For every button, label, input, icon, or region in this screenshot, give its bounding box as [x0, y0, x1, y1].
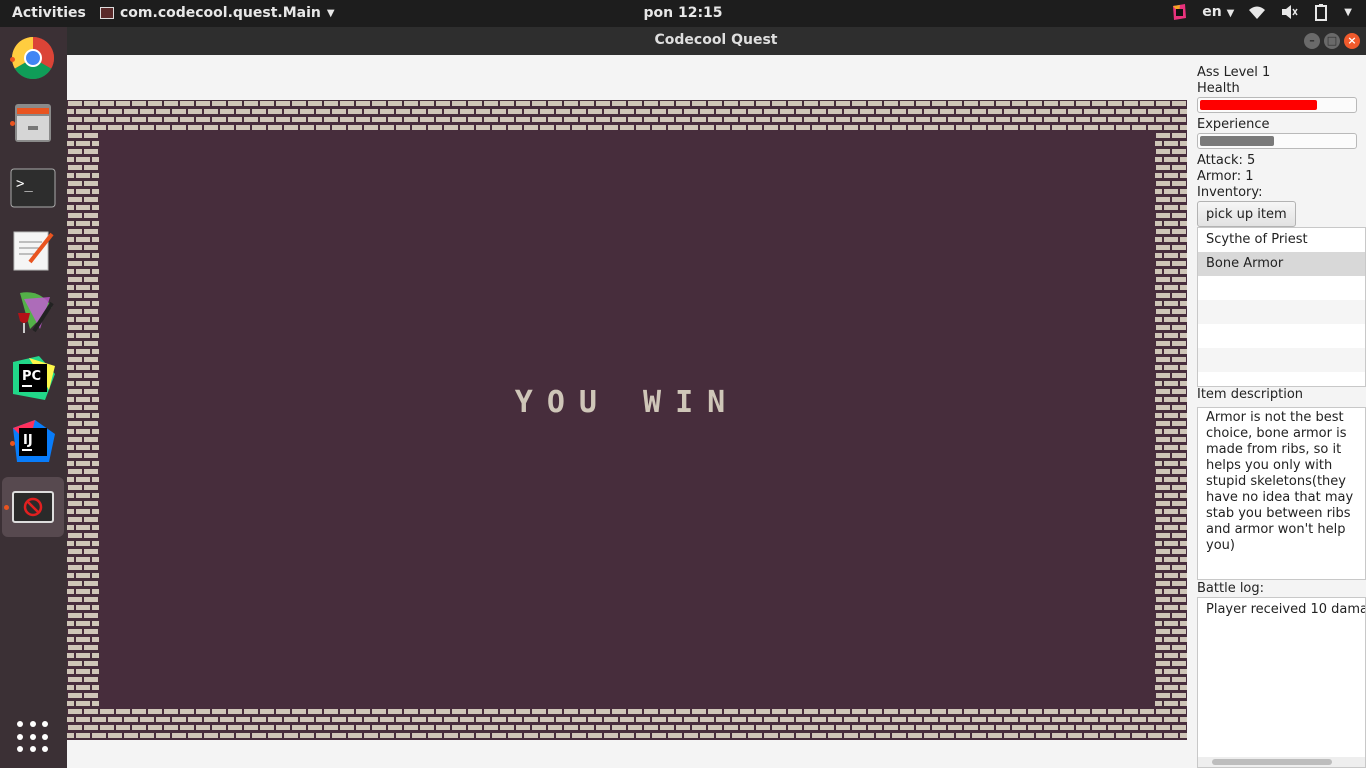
language-selector[interactable]: en ▼ — [1202, 4, 1234, 20]
list-item-empty — [1198, 276, 1365, 300]
list-item-empty — [1198, 348, 1365, 372]
dock-pycharm[interactable]: PC — [8, 353, 58, 403]
running-indicator — [10, 57, 15, 62]
dock-chrome[interactable] — [8, 33, 58, 83]
window-content: YOU WIN Ass Level 1 Health Experience At… — [67, 55, 1366, 768]
armor-stat: Armor: 1 — [1197, 169, 1254, 184]
top-panel: Activities com.codecool.quest.Main ▼ pon… — [0, 0, 1366, 27]
window-controls: – □ × — [1304, 33, 1360, 49]
svg-text:PC: PC — [22, 369, 41, 384]
pycharm-icon: PC — [13, 356, 55, 400]
experience-bar — [1197, 133, 1357, 149]
running-indicator — [10, 121, 15, 126]
stats-sidebar: Ass Level 1 Health Experience Attack: 5 … — [1197, 55, 1366, 768]
terminal-icon: >_ — [10, 168, 56, 208]
game-canvas[interactable] — [67, 100, 1187, 740]
svg-text:IJ: IJ — [23, 433, 33, 448]
inventory-list[interactable]: Scythe of Priest Bone Armor — [1197, 227, 1366, 387]
health-label: Health — [1197, 81, 1240, 96]
java-app-icon — [12, 491, 54, 523]
clock[interactable]: pon 12:15 — [643, 5, 722, 21]
item-description-text[interactable]: Armor is not the best choice, bone armor… — [1197, 407, 1366, 580]
experience-label: Experience — [1197, 117, 1270, 132]
game-floor — [99, 132, 1155, 708]
win-message: YOU WIN — [514, 385, 740, 420]
dock: >_ PC IJ — [0, 27, 67, 768]
horizontal-scrollbar[interactable] — [1198, 757, 1365, 767]
system-tray[interactable]: en ▼ ▼ — [1170, 3, 1352, 21]
pick-up-item-button[interactable]: pick up item — [1197, 201, 1296, 227]
list-item[interactable]: Scythe of Priest — [1198, 228, 1365, 252]
list-item-empty — [1198, 324, 1365, 348]
window-titlebar[interactable]: Codecool Quest – □ × — [67, 27, 1366, 55]
wifi-icon[interactable] — [1248, 3, 1266, 21]
experience-bar-fill — [1200, 136, 1274, 146]
minimize-button[interactable]: – — [1304, 33, 1320, 49]
running-indicator — [10, 441, 15, 446]
battle-log-label: Battle log: — [1197, 581, 1265, 596]
chevron-down-icon: ▼ — [1226, 8, 1235, 19]
battle-log-area[interactable]: Player received 10 dama — [1197, 597, 1366, 768]
dock-java-app[interactable] — [2, 477, 64, 537]
svg-text:>_: >_ — [16, 176, 33, 192]
level-label: Ass Level 1 — [1197, 65, 1271, 80]
scrollbar-thumb[interactable] — [1212, 759, 1332, 765]
activities-button[interactable]: Activities — [12, 5, 86, 21]
dock-text-editor[interactable] — [8, 225, 58, 275]
files-icon — [15, 104, 51, 142]
wine-icon — [18, 292, 54, 333]
app-icon — [100, 7, 114, 19]
battle-log-text: Player received 10 dama — [1206, 602, 1366, 617]
battery-icon[interactable] — [1312, 3, 1330, 21]
running-indicator — [4, 505, 9, 510]
attack-stat: Attack: 5 — [1197, 153, 1256, 168]
health-bar-fill — [1200, 100, 1317, 110]
dock-intellij[interactable]: IJ — [8, 417, 58, 467]
maximize-button[interactable]: □ — [1324, 33, 1340, 49]
app-name: com.codecool.quest.Main — [120, 5, 321, 21]
show-applications-icon[interactable] — [17, 721, 49, 753]
system-menu-chevron-icon[interactable]: ▼ — [1344, 7, 1352, 18]
text-editor-icon — [13, 231, 54, 271]
intellij-icon: IJ — [13, 420, 55, 462]
dock-terminal[interactable]: >_ — [8, 163, 58, 213]
inventory-label: Inventory: — [1197, 185, 1263, 200]
close-button[interactable]: × — [1344, 33, 1360, 49]
item-description-label: Item description — [1197, 387, 1304, 402]
chrome-icon — [11, 36, 55, 80]
volume-icon[interactable] — [1280, 3, 1298, 21]
dock-files[interactable] — [8, 97, 58, 147]
app-menu[interactable]: com.codecool.quest.Main ▼ — [100, 5, 335, 21]
list-item-empty — [1198, 300, 1365, 324]
list-item[interactable]: Bone Armor — [1198, 252, 1365, 276]
jetbrains-toolbox-icon[interactable] — [1170, 3, 1188, 21]
window-title: Codecool Quest — [654, 32, 778, 48]
health-bar — [1197, 97, 1357, 113]
dock-wine[interactable] — [8, 289, 58, 339]
chevron-down-icon: ▼ — [326, 7, 335, 19]
